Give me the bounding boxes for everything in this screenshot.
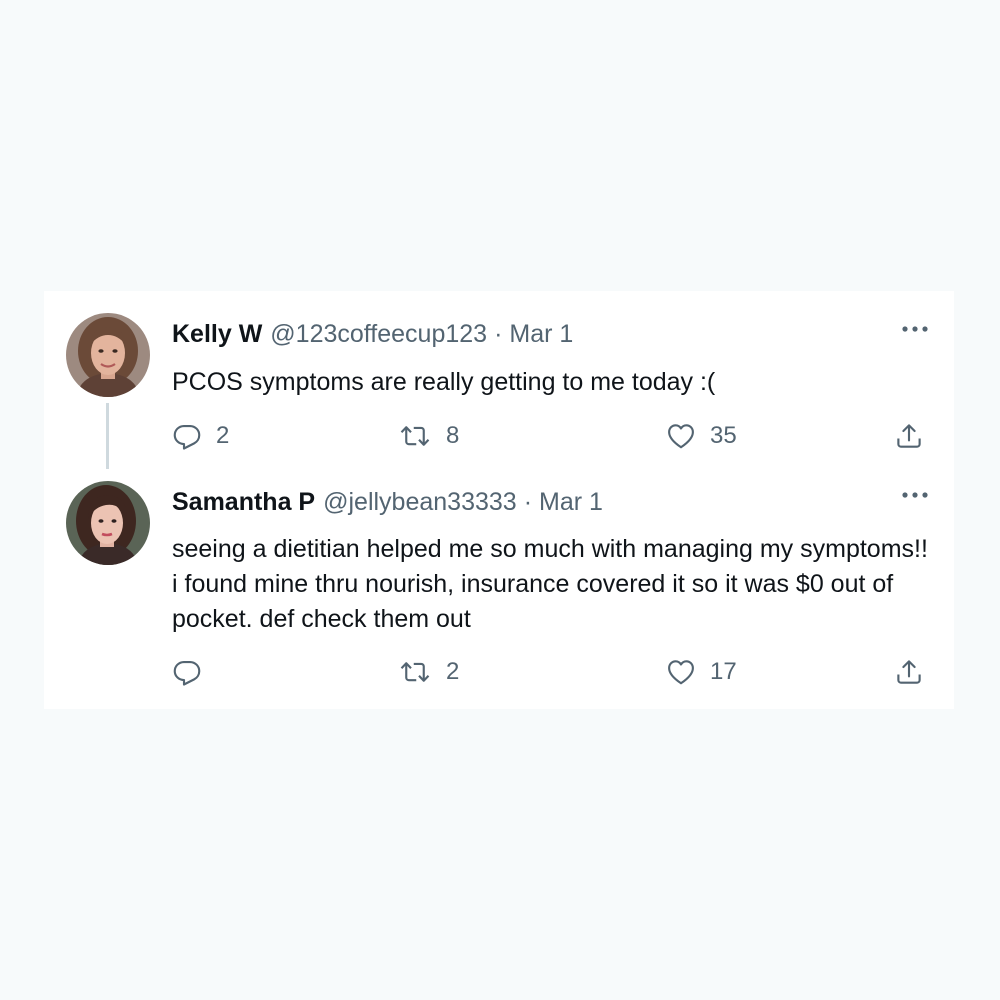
reply-icon xyxy=(172,657,202,687)
separator-dot: · xyxy=(523,487,533,516)
retweet-count: 8 xyxy=(446,422,460,449)
reply-icon xyxy=(172,421,202,451)
retweet-icon xyxy=(398,657,432,687)
reply-button[interactable]: 2 xyxy=(172,419,229,453)
heart-icon xyxy=(666,421,696,451)
tweet-header: Kelly W @123coffeecup123 · Mar 1 xyxy=(172,317,573,351)
avatar[interactable] xyxy=(66,313,150,397)
display-name[interactable]: Kelly W xyxy=(172,320,262,349)
avatar[interactable] xyxy=(66,481,150,565)
avatar-image xyxy=(66,313,150,397)
separator-dot: · xyxy=(494,319,503,348)
tweet[interactable]: Samantha P @jellybean33333 · Mar 1 seein… xyxy=(44,469,954,709)
tweet-date[interactable]: Mar 1 xyxy=(539,488,603,517)
tweet-thread-card: Kelly W @123coffeecup123 · Mar 1 PCOS sy… xyxy=(44,291,954,709)
thread-connector-line xyxy=(106,403,109,469)
avatar-image xyxy=(66,481,150,565)
tweet-actions: 2 17 xyxy=(172,655,934,689)
reply-button[interactable] xyxy=(172,655,216,689)
tweet[interactable]: Kelly W @123coffeecup123 · Mar 1 PCOS sy… xyxy=(44,291,954,469)
retweet-button[interactable]: 8 xyxy=(398,419,459,453)
retweet-icon xyxy=(398,421,432,451)
tweet-actions: 2 8 35 xyxy=(172,419,934,453)
share-button[interactable] xyxy=(894,419,924,453)
share-icon xyxy=(894,421,924,451)
retweet-count: 2 xyxy=(446,658,460,685)
user-handle[interactable]: @123coffeecup123 xyxy=(270,320,487,349)
like-button[interactable]: 35 xyxy=(666,419,737,453)
share-button[interactable] xyxy=(894,655,924,689)
user-handle[interactable]: @jellybean33333 xyxy=(323,488,517,517)
tweet-header: Samantha P @jellybean33333 · Mar 1 xyxy=(172,485,603,519)
tweet-text: seeing a dietitian helped me so much wit… xyxy=(172,535,928,633)
share-icon xyxy=(894,657,924,687)
reply-count: 2 xyxy=(216,422,230,449)
display-name[interactable]: Samantha P xyxy=(172,488,315,517)
like-button[interactable]: 17 xyxy=(666,655,737,689)
retweet-button[interactable]: 2 xyxy=(398,655,459,689)
tweet-text: PCOS symptoms are really getting to me t… xyxy=(172,368,716,396)
like-count: 17 xyxy=(710,658,737,685)
like-count: 35 xyxy=(710,422,737,449)
heart-icon xyxy=(666,657,696,687)
tweet-date[interactable]: Mar 1 xyxy=(509,320,573,349)
more-icon[interactable] xyxy=(900,319,930,339)
more-icon[interactable] xyxy=(900,485,930,505)
